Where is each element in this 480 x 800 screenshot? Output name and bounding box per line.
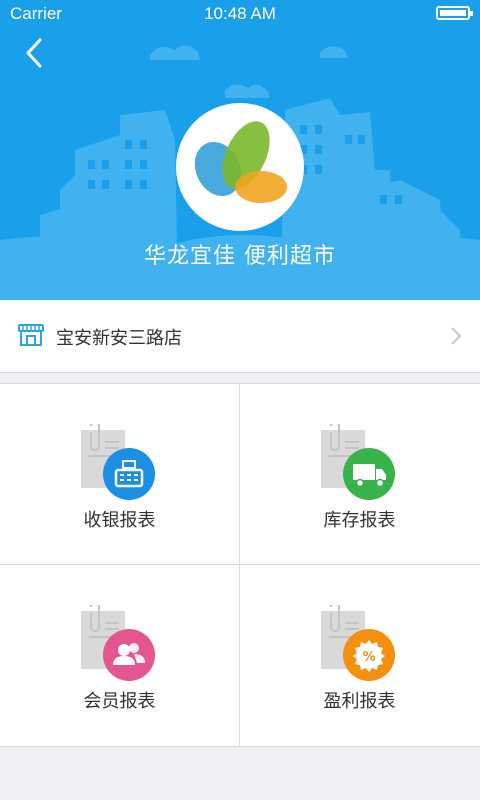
branch-name: 宝安新安三路店 [56,328,182,349]
chevron-right-icon [451,327,462,345]
storefront-icon [18,324,44,346]
truck-icon [343,448,395,500]
report-inventory[interactable]: 库存报表 [240,384,479,564]
svg-text:%: % [362,650,375,665]
report-label: 会员报表 [83,691,156,712]
report-members[interactable]: 会员报表 [0,565,239,745]
cash-register-icon [103,448,155,500]
report-cashier[interactable]: 收银报表 [0,384,239,564]
report-label: 收银报表 [83,510,156,531]
chevron-left-icon[interactable] [18,36,52,70]
report-grid: 收银报表 库存报表 会员报表 % 盈利报表 [0,383,480,747]
battery-icon [436,6,473,20]
percent-icon: % [343,629,395,681]
clock: 10:48 AM [204,4,276,23]
report-label: 盈利报表 [323,691,396,712]
report-profit[interactable]: % 盈利报表 [240,565,479,745]
three-leaf-logo-icon [194,121,287,203]
status-bar: Carrier 10:48 AM [0,0,480,26]
branch-selector[interactable]: 宝安新安三路店 [0,300,480,373]
store-logo [176,103,304,231]
header-banner: Carrier 10:48 AM 华龙宜佳 便利超市 [0,0,480,300]
store-title: 华龙宜佳 便利超市 [144,244,336,269]
report-label: 库存报表 [323,510,396,531]
members-icon [103,629,155,681]
